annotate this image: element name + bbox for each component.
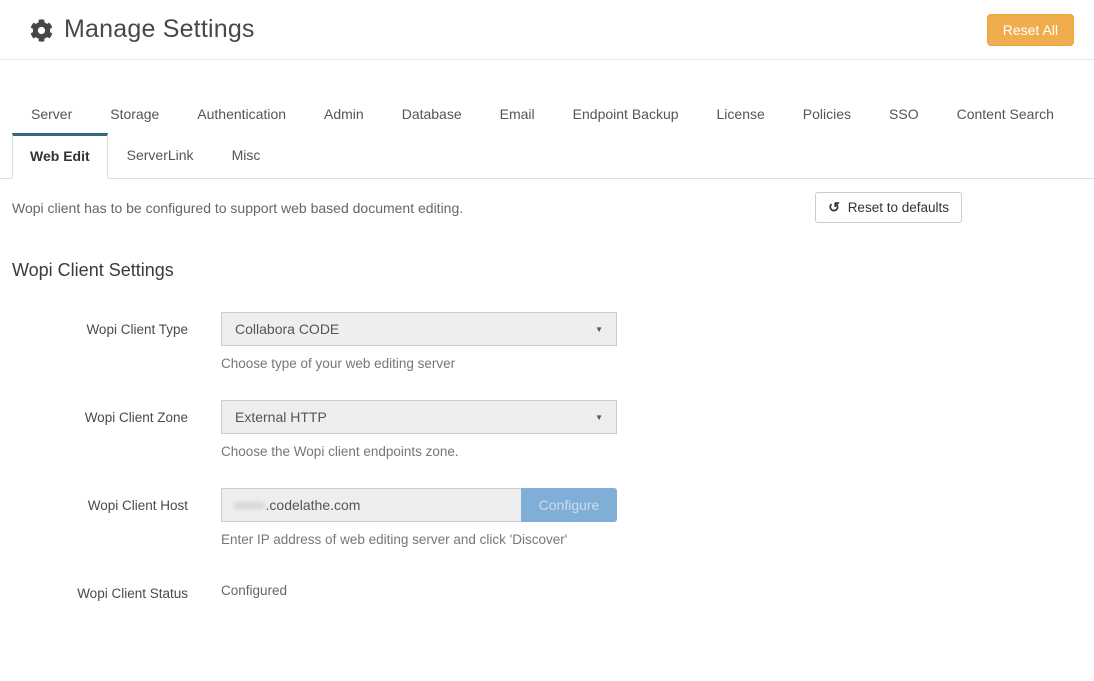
wopi-client-host-value: .codelathe.com xyxy=(266,497,361,513)
wopi-client-zone-select[interactable]: External HTTP ▼ xyxy=(221,400,617,434)
tab-authentication[interactable]: Authentication xyxy=(178,96,305,133)
wopi-client-type-select[interactable]: Collabora CODE ▼ xyxy=(221,312,617,346)
gear-icon xyxy=(30,19,53,42)
wopi-client-host-row: Wopi Client Host ••••• .codelathe.com Co… xyxy=(12,488,1074,547)
wopi-client-zone-help: Choose the Wopi client endpoints zone. xyxy=(221,444,617,459)
reset-all-button[interactable]: Reset All xyxy=(987,14,1074,46)
redacted-host-prefix: ••••• xyxy=(235,497,265,513)
configure-button[interactable]: Configure xyxy=(521,488,617,522)
tab-database[interactable]: Database xyxy=(383,96,481,133)
page-header: Manage Settings Reset All xyxy=(0,0,1094,60)
tab-email[interactable]: Email xyxy=(481,96,554,133)
tab-storage[interactable]: Storage xyxy=(91,96,178,133)
wopi-settings-form: Wopi Client Type Collabora CODE ▼ Choose… xyxy=(12,312,1074,601)
settings-tabs: Server Storage Authentication Admin Data… xyxy=(12,96,1094,133)
reset-to-defaults-label: Reset to defaults xyxy=(848,200,949,215)
wopi-client-type-value: Collabora CODE xyxy=(235,321,339,337)
tab-endpoint-backup[interactable]: Endpoint Backup xyxy=(554,96,698,133)
server-subtabs: Web Edit ServerLink Misc xyxy=(0,133,1094,179)
page-title: Manage Settings xyxy=(64,15,255,44)
section-title: Wopi Client Settings xyxy=(12,260,1074,281)
subtab-web-edit[interactable]: Web Edit xyxy=(12,133,108,179)
wopi-client-status-label: Wopi Client Status xyxy=(12,576,188,601)
tab-server[interactable]: Server xyxy=(12,96,91,133)
wopi-client-type-label: Wopi Client Type xyxy=(12,312,188,371)
caret-down-icon: ▼ xyxy=(595,413,603,422)
subtab-misc[interactable]: Misc xyxy=(213,133,280,178)
tab-sso[interactable]: SSO xyxy=(870,96,938,133)
wopi-client-status-value: Configured xyxy=(221,576,287,598)
wopi-client-type-help: Choose type of your web editing server xyxy=(221,356,617,371)
panel-description: Wopi client has to be configured to supp… xyxy=(12,200,815,216)
wopi-client-host-label: Wopi Client Host xyxy=(12,488,188,547)
wopi-client-zone-label: Wopi Client Zone xyxy=(12,400,188,459)
web-edit-panel: Wopi client has to be configured to supp… xyxy=(0,192,1094,601)
undo-icon: ↺ xyxy=(828,199,840,215)
subtab-serverlink[interactable]: ServerLink xyxy=(108,133,213,178)
wopi-client-host-help: Enter IP address of web editing server a… xyxy=(221,532,617,547)
tab-admin[interactable]: Admin xyxy=(305,96,383,133)
caret-down-icon: ▼ xyxy=(595,325,603,334)
wopi-client-status-row: Wopi Client Status Configured xyxy=(12,576,1074,601)
wopi-client-zone-value: External HTTP xyxy=(235,409,327,425)
wopi-client-zone-row: Wopi Client Zone External HTTP ▼ Choose … xyxy=(12,400,1074,459)
tab-content-search[interactable]: Content Search xyxy=(938,96,1073,133)
wopi-client-host-input[interactable]: ••••• .codelathe.com xyxy=(221,488,521,522)
tab-policies[interactable]: Policies xyxy=(784,96,870,133)
reset-to-defaults-button[interactable]: ↺ Reset to defaults xyxy=(815,192,962,223)
wopi-client-type-row: Wopi Client Type Collabora CODE ▼ Choose… xyxy=(12,312,1074,371)
tab-license[interactable]: License xyxy=(698,96,784,133)
